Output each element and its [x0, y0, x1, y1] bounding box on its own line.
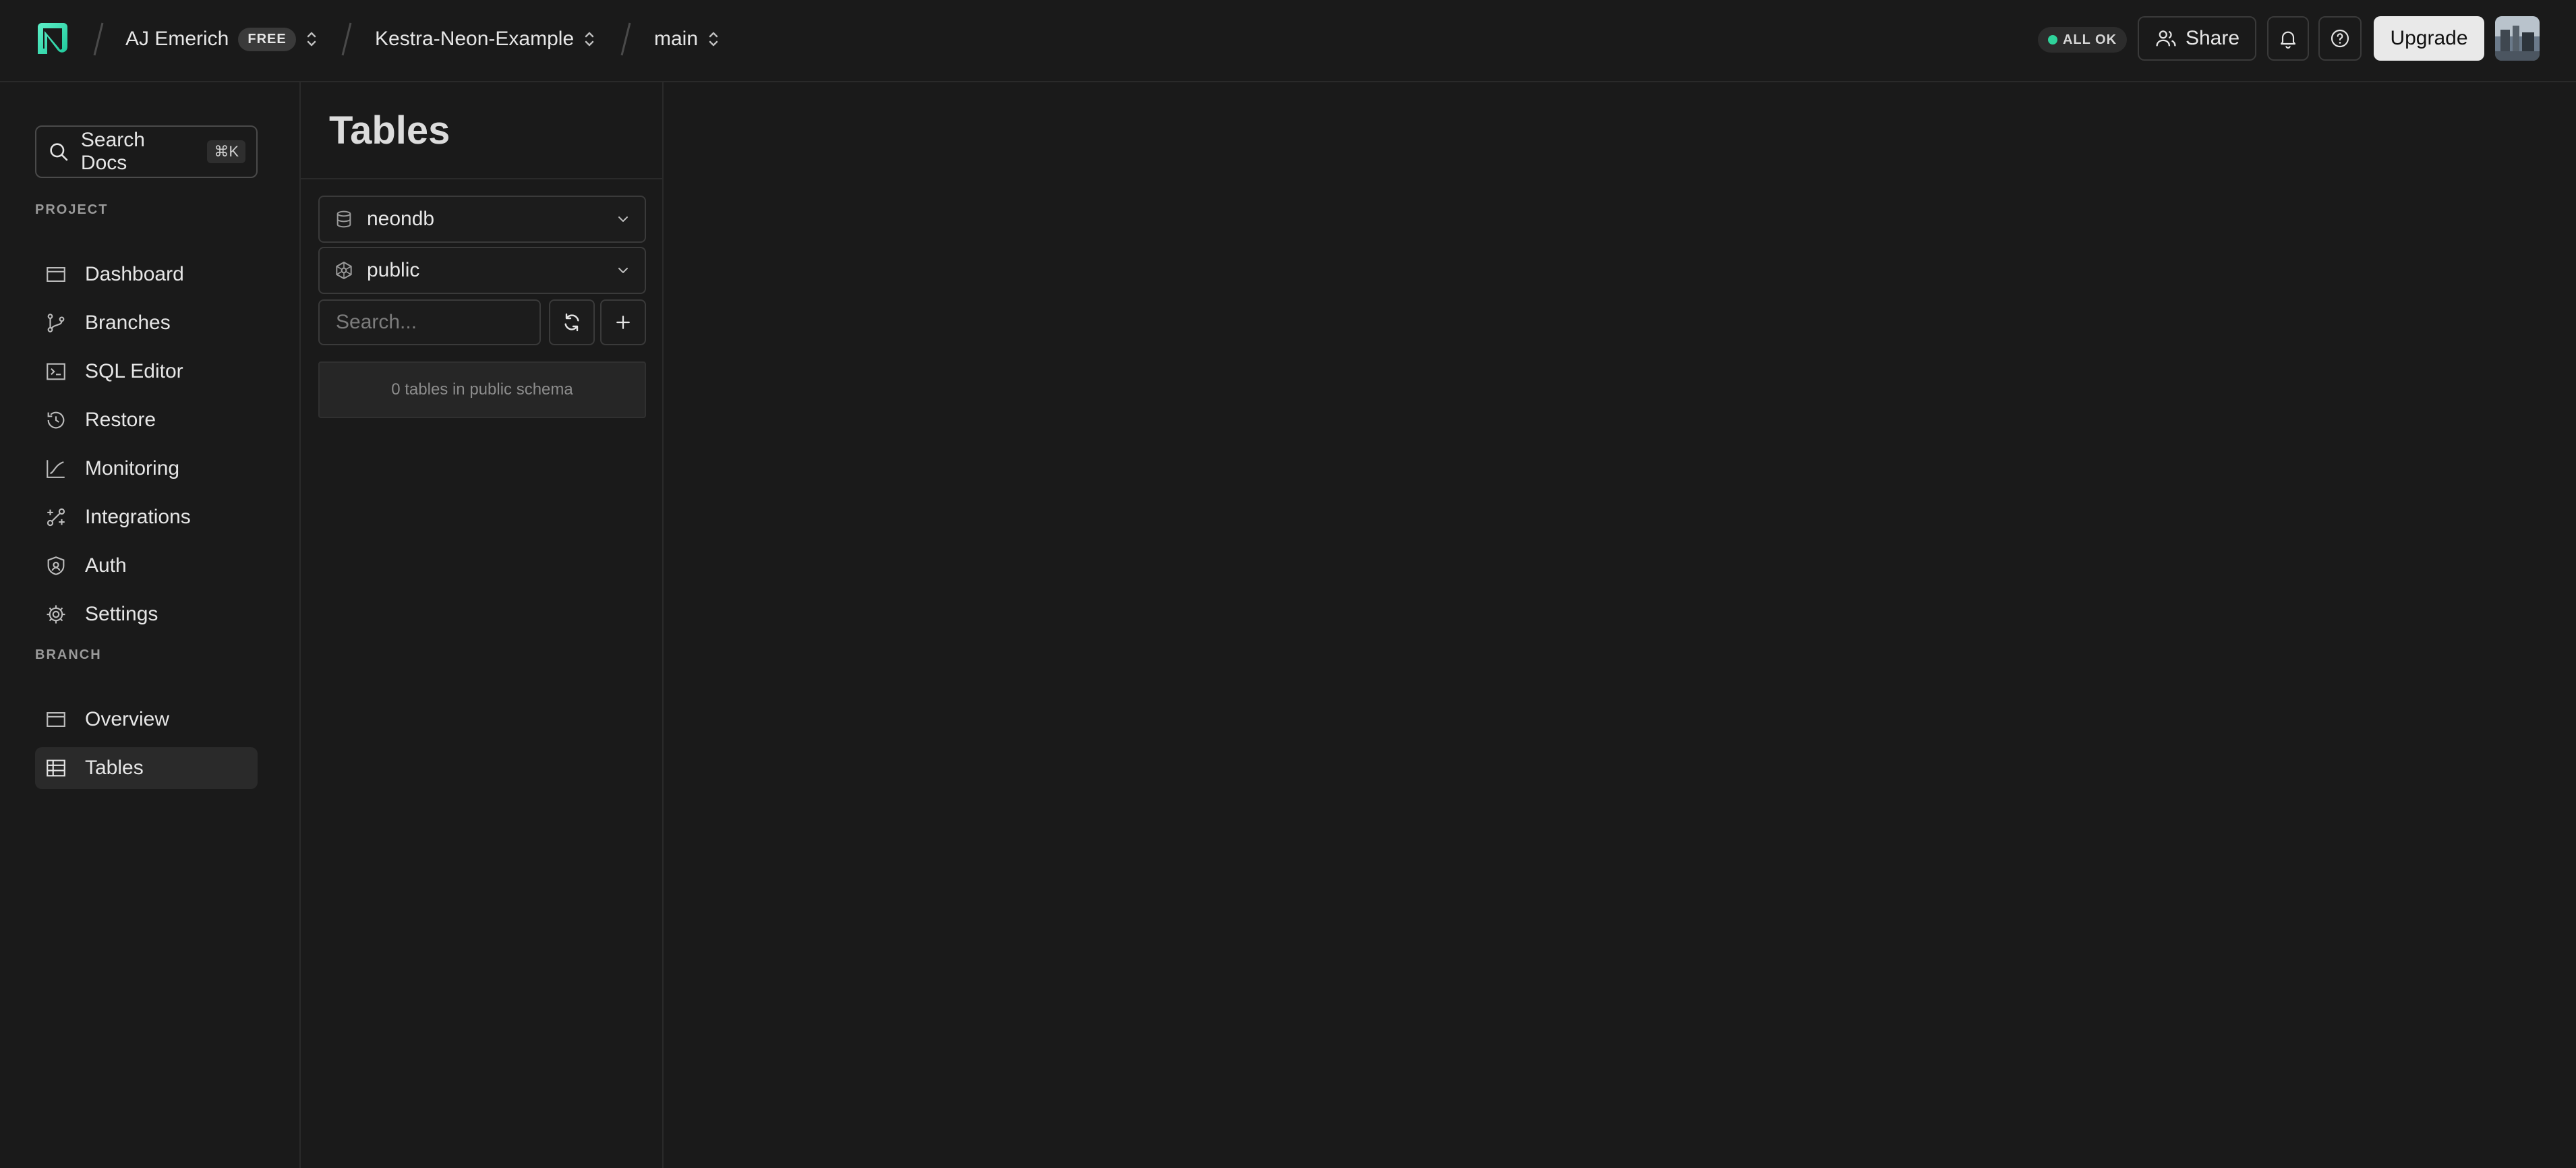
sidebar-item-label: Branches: [85, 312, 171, 334]
project-switcher[interactable]: Kestra-Neon-Example: [375, 23, 595, 55]
sidebar-item-dashboard[interactable]: Dashboard: [35, 254, 258, 295]
sidebar-item-label: Tables: [85, 757, 144, 779]
database-select-value: neondb: [367, 208, 435, 230]
sidebar-item-label: Restore: [85, 409, 156, 431]
help-icon: [2331, 29, 2349, 48]
sidebar-item-restore[interactable]: Restore: [35, 399, 258, 441]
neon-logo-icon[interactable]: [34, 20, 71, 58]
status-badge[interactable]: ALL OK: [2038, 27, 2127, 53]
sidebar-item-branches[interactable]: Branches: [35, 302, 258, 344]
status-dot-icon: [2047, 35, 2057, 45]
auth-icon: [47, 556, 65, 575]
sidebar-item-label: Dashboard: [85, 263, 184, 285]
sidebar-item-monitoring[interactable]: Monitoring: [35, 448, 258, 490]
tables-panel: Tables neondb public Search... 0 tables …: [301, 82, 664, 1168]
project-section-label: PROJECT: [35, 202, 109, 217]
org-switcher[interactable]: AJ Emerich FREE: [125, 23, 318, 55]
share-button[interactable]: Share: [2138, 16, 2256, 61]
branches-icon: [47, 314, 65, 332]
sidebar-item-auth[interactable]: Auth: [35, 545, 258, 587]
sidebar-item-integrations[interactable]: Integrations: [35, 496, 258, 538]
chevron-updown-icon: [709, 32, 718, 47]
empty-state: 0 tables in public schema: [318, 361, 646, 418]
top-bar: AJ Emerich FREE Kestra-Neon-Example main…: [0, 0, 2576, 82]
breadcrumb-separator-icon: [620, 22, 631, 56]
sidebar-item-label: Auth: [85, 554, 127, 577]
bell-icon: [2280, 31, 2296, 49]
breadcrumb-separator-icon: [93, 22, 104, 56]
overview-icon: [47, 712, 65, 727]
table-search: [318, 299, 596, 345]
schema-icon: [336, 261, 352, 280]
chevron-updown-icon: [585, 32, 594, 47]
notifications-button[interactable]: [2267, 16, 2309, 61]
help-button[interactable]: [2318, 16, 2362, 61]
search-icon: [50, 143, 68, 161]
search-docs-label: Search Docs: [80, 129, 145, 174]
branch-switcher[interactable]: main: [654, 23, 720, 55]
share-label: Share: [2185, 27, 2240, 49]
sidebar-item-overview[interactable]: Overview: [35, 699, 258, 740]
integrations-icon: [47, 508, 65, 527]
plan-badge: FREE: [238, 27, 296, 51]
breadcrumb-separator-icon: [341, 22, 352, 56]
avatar[interactable]: [2495, 16, 2540, 61]
sidebar-item-tables[interactable]: Tables: [35, 747, 258, 789]
schema-select-value: public: [367, 259, 420, 281]
sidebar-item-label: Monitoring: [85, 457, 180, 479]
status-text: ALL OK: [2062, 32, 2117, 47]
shortcut-badge: ⌘K: [207, 140, 245, 163]
org-name: AJ Emerich: [125, 28, 229, 50]
sidebar-item-label: Integrations: [85, 506, 191, 528]
sidebar-item-settings[interactable]: Settings: [35, 593, 258, 635]
monitoring-icon: [47, 460, 65, 478]
sidebar-item-label: Overview: [85, 708, 170, 730]
branch-name: main: [654, 28, 699, 50]
chevron-updown-icon: [307, 32, 316, 47]
chevron-down-icon: [618, 268, 628, 273]
tables-icon: [47, 759, 65, 777]
users-icon: [2156, 30, 2176, 47]
refresh-icon: [564, 313, 579, 332]
database-icon: [336, 210, 351, 228]
sidebar-item-sql-editor[interactable]: SQL Editor: [35, 351, 258, 392]
empty-state-message: 0 tables in public schema: [391, 380, 573, 399]
dashboard-icon: [47, 267, 65, 282]
project-name: Kestra-Neon-Example: [375, 28, 575, 50]
schema-select[interactable]: public: [318, 247, 646, 294]
sidebar-item-label: SQL Editor: [85, 360, 183, 382]
database-select[interactable]: neondb: [318, 196, 646, 243]
sidebar: Search Docs ⌘K PROJECT Dashboard Branche…: [0, 82, 301, 1168]
sql-editor-icon: [47, 363, 65, 380]
upgrade-label: Upgrade: [2390, 27, 2468, 49]
page-title: Tables: [329, 109, 450, 152]
search-docs-button[interactable]: Search Docs ⌘K: [35, 125, 258, 178]
restore-icon: [47, 411, 65, 429]
sidebar-item-label: Settings: [85, 603, 158, 625]
gear-icon: [47, 605, 65, 624]
refresh-button[interactable]: [549, 299, 595, 345]
branch-section-label: BRANCH: [35, 647, 102, 662]
plus-icon: [616, 316, 630, 329]
chevron-down-icon: [618, 216, 628, 222]
add-table-button[interactable]: [600, 299, 646, 345]
upgrade-button[interactable]: Upgrade: [2374, 16, 2484, 61]
divider: [301, 178, 662, 179]
